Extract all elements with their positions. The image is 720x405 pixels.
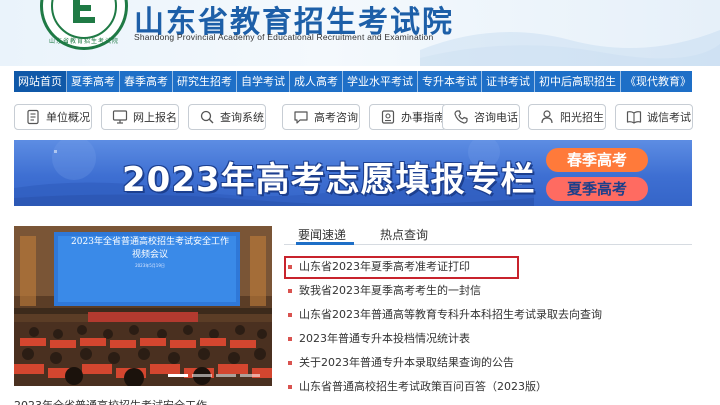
photo-caption[interactable]: 2023年全省普通高校招生考试安全工作... [14, 397, 272, 405]
bullet-icon [288, 361, 292, 365]
spring-exam-button[interactable]: 春季高考 [546, 148, 648, 172]
logo-caption: 山东省教育招生考试院 [48, 38, 119, 45]
quicklink-query-system[interactable]: 查询系统 [188, 104, 266, 130]
quicklink-label: 单位概况 [46, 111, 90, 124]
bullet-icon [288, 385, 292, 389]
news-item-policy-qa[interactable]: 山东省普通高校招生考试政策百问百答（2023版） [284, 375, 692, 399]
person-icon [539, 109, 555, 125]
news-title: 山东省2023年普通高等教育专科升本科招生考试录取去向查询 [299, 308, 602, 321]
quick-links: 单位概况 网上报名 查询系统 高考咨询 办事指南 咨询电话 阳光招生 诚信考试 [14, 104, 694, 130]
main-navigation: 网站首页 夏季高考 春季高考 研究生招考 自学考试 成人高考 学业水平考试 专升… [14, 71, 692, 92]
tab-hot-query[interactable]: 热点查询 [380, 226, 428, 243]
quicklink-label: 网上报名 [133, 111, 177, 124]
news-item-admission-ticket-printing[interactable]: 山东省2023年夏季高考准考证打印 [284, 255, 692, 279]
quicklink-sunshine-enrollment[interactable]: 阳光招生 [528, 104, 606, 130]
bullet-icon [288, 265, 292, 269]
quicklink-online-registration[interactable]: 网上报名 [101, 104, 179, 130]
quicklink-exam-consulting[interactable]: 高考咨询 [282, 104, 360, 130]
logo-emblem-icon [73, 0, 95, 23]
news-title: 山东省普通高校招生考试政策百问百答（2023版） [299, 380, 547, 393]
quicklink-label: 咨询电话 [474, 111, 518, 124]
quicklink-hotline[interactable]: 咨询电话 [442, 104, 520, 130]
nav-item-self-study-exam[interactable]: 自学考试 [237, 71, 290, 92]
header-decoration [420, 30, 720, 66]
quicklink-label: 高考咨询 [314, 111, 358, 124]
news-item-admission-result-notice[interactable]: 关于2023年普通专升本录取结果查询的公告 [284, 351, 692, 375]
search-icon [199, 109, 215, 125]
photo-screen-date: 2023年5月19日 [135, 263, 165, 268]
chat-bubble-icon [293, 109, 309, 125]
bullet-icon [288, 313, 292, 317]
nav-item-adult-exam[interactable]: 成人高考 [290, 71, 343, 92]
nav-item-vocational-enrollment[interactable]: 初中后高职招生 [535, 71, 621, 92]
carousel-dot[interactable] [216, 374, 236, 377]
news-list: 山东省2023年夏季高考准考证打印 致我省2023年夏季高考考生的一封信 山东省… [284, 255, 692, 399]
carousel-dot[interactable] [240, 374, 260, 377]
news-item-letter-to-candidates[interactable]: 致我省2023年夏季高考考生的一封信 [284, 279, 692, 303]
banner-title: 2023年高考志愿填报专栏 [122, 160, 536, 200]
nav-item-graduate-exam[interactable]: 研究生招考 [173, 71, 237, 92]
carousel-indicators [168, 374, 260, 377]
nav-item-certificate-exam[interactable]: 证书考试 [482, 71, 535, 92]
news-item-admission-destination-query[interactable]: 山东省2023年普通高等教育专科升本科招生考试录取去向查询 [284, 303, 692, 327]
tab-news-express[interactable]: 要闻速递 [298, 226, 346, 243]
photo-screen-text: 2023年全省普通高校招生考试安全工作视频会议 [71, 237, 229, 260]
quicklink-label: 阳光招生 [560, 111, 604, 124]
nav-item-summer-exam[interactable]: 夏季高考 [67, 71, 120, 92]
carousel-dot[interactable] [192, 374, 212, 377]
phone-icon [453, 109, 469, 125]
news-title: 2023年普通专升本投档情况统计表 [299, 332, 470, 345]
news-photo[interactable]: 2023年全省普通高校招生考试安全工作视频会议 2023年5月19日 [14, 226, 272, 386]
quicklink-honest-exam[interactable]: 诚信考试 [615, 104, 693, 130]
open-book-icon [626, 109, 642, 125]
news-title: 致我省2023年夏季高考考生的一封信 [299, 284, 481, 297]
nav-item-modern-education[interactable]: 《现代教育》 [621, 71, 695, 92]
quicklink-label: 诚信考试 [647, 111, 691, 124]
document-icon [25, 109, 41, 125]
guide-book-icon [380, 109, 396, 125]
news-title: 关于2023年普通专升本录取结果查询的公告 [299, 356, 514, 369]
quicklink-label: 查询系统 [220, 111, 264, 124]
nav-item-home[interactable]: 网站首页 [14, 71, 67, 92]
carousel-dot[interactable] [168, 374, 188, 377]
nav-item-upgrade-exam[interactable]: 专升本考试 [418, 71, 482, 92]
bullet-icon [288, 289, 292, 293]
quicklink-label: 办事指南 [401, 111, 445, 124]
summer-exam-button[interactable]: 夏季高考 [546, 177, 648, 201]
volunteer-filing-banner[interactable]: 2023年高考志愿填报专栏 春季高考 夏季高考 [14, 140, 692, 206]
active-tab-indicator [296, 242, 354, 245]
news-title: 山东省2023年夏季高考准考证打印 [299, 260, 470, 273]
site-header: 山东省教育招生考试院 山东省教育招生考试院 Shandong Provincia… [0, 0, 720, 66]
quicklink-service-guide[interactable]: 办事指南 [369, 104, 447, 130]
bullet-icon [288, 337, 292, 341]
site-subtitle: Shandong Provincial Academy of Education… [134, 32, 434, 42]
nav-item-proficiency-exam[interactable]: 学业水平考试 [343, 71, 418, 92]
news-item-filing-statistics[interactable]: 2023年普通专升本投档情况统计表 [284, 327, 692, 351]
nav-item-spring-exam[interactable]: 春季高考 [120, 71, 173, 92]
monitor-icon [112, 109, 128, 125]
quicklink-unit-overview[interactable]: 单位概况 [14, 104, 92, 130]
